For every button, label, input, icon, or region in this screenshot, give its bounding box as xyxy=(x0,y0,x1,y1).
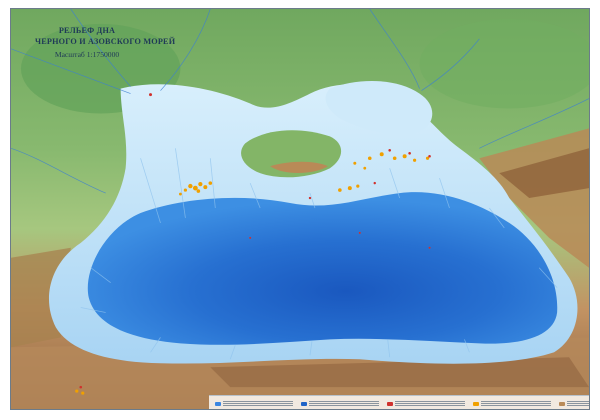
legend-text-placeholder xyxy=(223,400,293,407)
map-title-line2: ЧЕРНОГО И АЗОВСКОГО МОРЕЙ xyxy=(35,37,176,46)
legend-text-placeholder xyxy=(309,400,379,407)
legend-symbol xyxy=(215,401,221,406)
legend-text-placeholder xyxy=(395,400,465,407)
legend-item xyxy=(301,400,379,407)
legend-text-placeholder xyxy=(567,400,589,407)
legend-symbol xyxy=(387,401,393,406)
map-title-block: РЕЛЬЕФ ДНА ЧЕРНОГО И АЗОВСКОГО МОРЕЙ Мас… xyxy=(35,25,176,60)
legend-item xyxy=(559,400,589,407)
relief-map: РЕЛЬЕФ ДНА ЧЕРНОГО И АЗОВСКОГО МОРЕЙ Мас… xyxy=(10,8,590,410)
map-graphic xyxy=(11,9,589,409)
legend-symbol xyxy=(559,401,565,406)
legend-item xyxy=(473,400,551,407)
map-scale: Масштаб 1:1750000 xyxy=(54,50,120,59)
map-page: РЕЛЬЕФ ДНА ЧЕРНОГО И АЗОВСКОГО МОРЕЙ Мас… xyxy=(0,0,600,420)
legend-text-placeholder xyxy=(481,400,551,407)
legend-symbol xyxy=(473,401,479,406)
legend-symbol xyxy=(301,401,307,406)
map-legend xyxy=(209,395,589,409)
map-title-line1: РЕЛЬЕФ ДНА xyxy=(58,26,116,35)
legend-item xyxy=(387,400,465,407)
legend-item xyxy=(215,400,293,407)
